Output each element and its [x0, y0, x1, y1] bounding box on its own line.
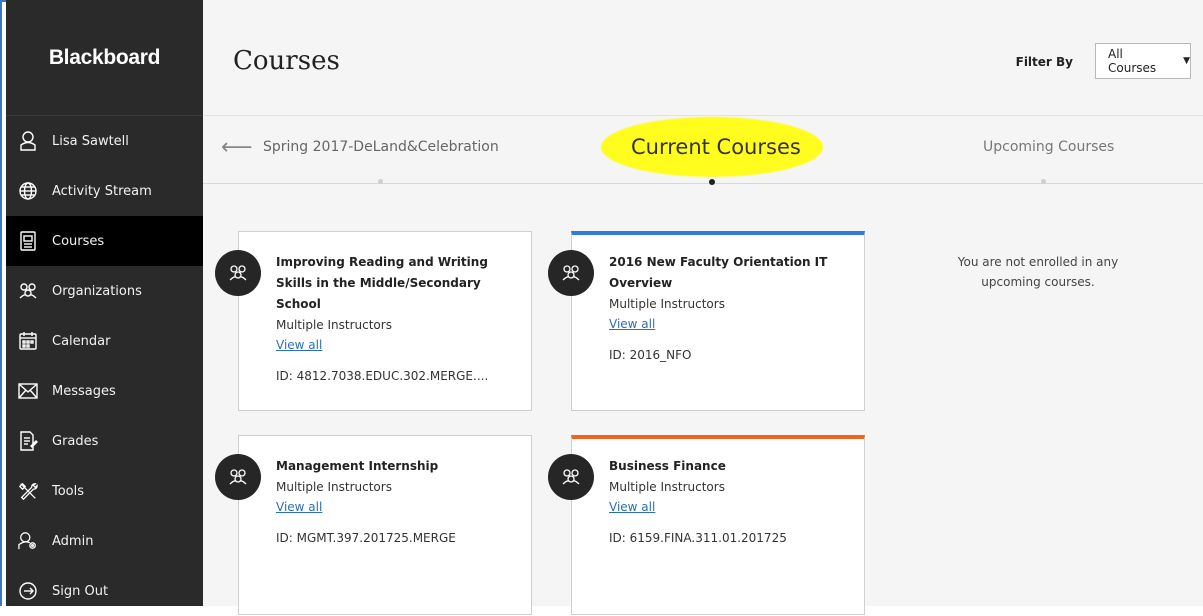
sidebar-item-label: Messages: [52, 383, 116, 399]
course-id: ID: 4812.7038.EDUC.302.MERGE....: [276, 369, 489, 383]
sidebar-item-label: Activity Stream: [52, 183, 152, 199]
main-content: Courses Filter By All Courses ▼ ⟵ Spring…: [203, 0, 1203, 615]
course-card[interactable]: Business Finance Multiple Instructors Vi…: [571, 435, 865, 615]
sidebar-item-tools[interactable]: Tools: [6, 466, 203, 516]
sidebar-item-sign-out[interactable]: Sign Out: [6, 566, 203, 616]
sidebar-item-calendar[interactable]: Calendar: [6, 316, 203, 366]
brand-logo[interactable]: Blackboard: [6, 0, 203, 116]
upcoming-empty-message: You are not enrolled in any upcoming cou…: [957, 255, 1119, 289]
sign-out-icon: [18, 581, 38, 601]
sidebar-item-label: Sign Out: [52, 583, 109, 599]
back-arrow-icon[interactable]: ⟵: [221, 135, 253, 160]
course-instructors: Multiple Instructors: [609, 297, 725, 311]
courses-icon: [18, 231, 38, 251]
course-title[interactable]: Management Internship: [276, 456, 521, 477]
sidebar-item-label: Lisa Sawtell: [52, 133, 129, 149]
course-card[interactable]: Improving Reading and Writing Skills in …: [238, 231, 532, 411]
sidebar-item-label: Tools: [52, 483, 85, 499]
sidebar-item-label: Calendar: [52, 333, 111, 349]
course-title[interactable]: Improving Reading and Writing Skills in …: [276, 252, 521, 315]
view-all-link[interactable]: View all: [276, 497, 322, 517]
tools-icon: [18, 481, 38, 501]
page-title: Courses: [233, 46, 340, 76]
term-previous[interactable]: Spring 2017-DeLand&Celebration: [263, 139, 499, 155]
sidebar-item-courses[interactable]: Courses: [6, 216, 203, 266]
organizations-icon: [18, 281, 38, 301]
sidebar-item-grades[interactable]: Grades: [6, 416, 203, 466]
course-instructors: Multiple Instructors: [276, 480, 392, 494]
sidebar: Blackboard Lisa Sawtell Activity Stream …: [6, 0, 203, 606]
grades-icon: [18, 431, 38, 451]
view-all-link[interactable]: View all: [276, 335, 322, 355]
organizations-icon: [215, 250, 261, 296]
sidebar-item-admin[interactable]: Admin: [6, 516, 203, 566]
sidebar-item-label: Admin: [52, 533, 94, 549]
calendar-icon: [18, 331, 38, 351]
admin-icon: [18, 531, 38, 551]
organizations-icon: [215, 454, 261, 500]
course-instructors: Multiple Instructors: [609, 480, 725, 494]
sidebar-item-messages[interactable]: Messages: [6, 366, 203, 416]
course-card-body: 2016 New Faculty Orientation IT Overview…: [609, 252, 854, 365]
course-card-body: Improving Reading and Writing Skills in …: [276, 252, 521, 386]
course-instructors: Multiple Instructors: [276, 318, 392, 332]
filter-select-value: All Courses: [1108, 47, 1157, 75]
term-navigation: ⟵ Spring 2017-DeLand&Celebration Current…: [203, 115, 1203, 185]
chevron-down-icon: ▼: [1183, 56, 1190, 66]
course-id: ID: MGMT.397.201725.MERGE: [276, 531, 456, 545]
course-card[interactable]: 2016 New Faculty Orientation IT Overview…: [571, 231, 865, 411]
course-card-body: Management Internship Multiple Instructo…: [276, 456, 521, 548]
term-dot-previous[interactable]: [378, 179, 383, 184]
term-dot-next[interactable]: [1041, 179, 1046, 184]
view-all-link[interactable]: View all: [609, 497, 655, 517]
page-header: Courses Filter By All Courses ▼: [203, 0, 1203, 116]
sidebar-item-activity-stream[interactable]: Activity Stream: [6, 166, 203, 216]
globe-icon: [18, 181, 38, 201]
term-current[interactable]: Current Courses: [631, 135, 801, 159]
sidebar-item-organizations[interactable]: Organizations: [6, 266, 203, 316]
course-title[interactable]: 2016 New Faculty Orientation IT Overview: [609, 252, 854, 294]
term-dot-current[interactable]: [709, 179, 715, 185]
course-id: ID: 2016_NFO: [609, 348, 692, 362]
filter-select[interactable]: All Courses ▼: [1095, 43, 1191, 79]
organizations-icon: [548, 454, 594, 500]
term-next[interactable]: Upcoming Courses: [983, 139, 1114, 155]
filter-label: Filter By: [1015, 55, 1073, 69]
view-all-link[interactable]: View all: [609, 314, 655, 334]
sidebar-item-label: Organizations: [52, 283, 142, 299]
envelope-icon: [18, 381, 38, 401]
user-icon: [18, 131, 38, 151]
sidebar-item-label: Grades: [52, 433, 99, 449]
organizations-icon: [548, 250, 594, 296]
course-id: ID: 6159.FINA.311.01.201725: [609, 531, 787, 545]
sidebar-item-label: Courses: [52, 233, 105, 249]
sidebar-item-profile[interactable]: Lisa Sawtell: [6, 116, 203, 166]
course-card-body: Business Finance Multiple Instructors Vi…: [609, 456, 854, 548]
course-title[interactable]: Business Finance: [609, 456, 854, 477]
course-card[interactable]: Management Internship Multiple Instructo…: [238, 435, 532, 615]
